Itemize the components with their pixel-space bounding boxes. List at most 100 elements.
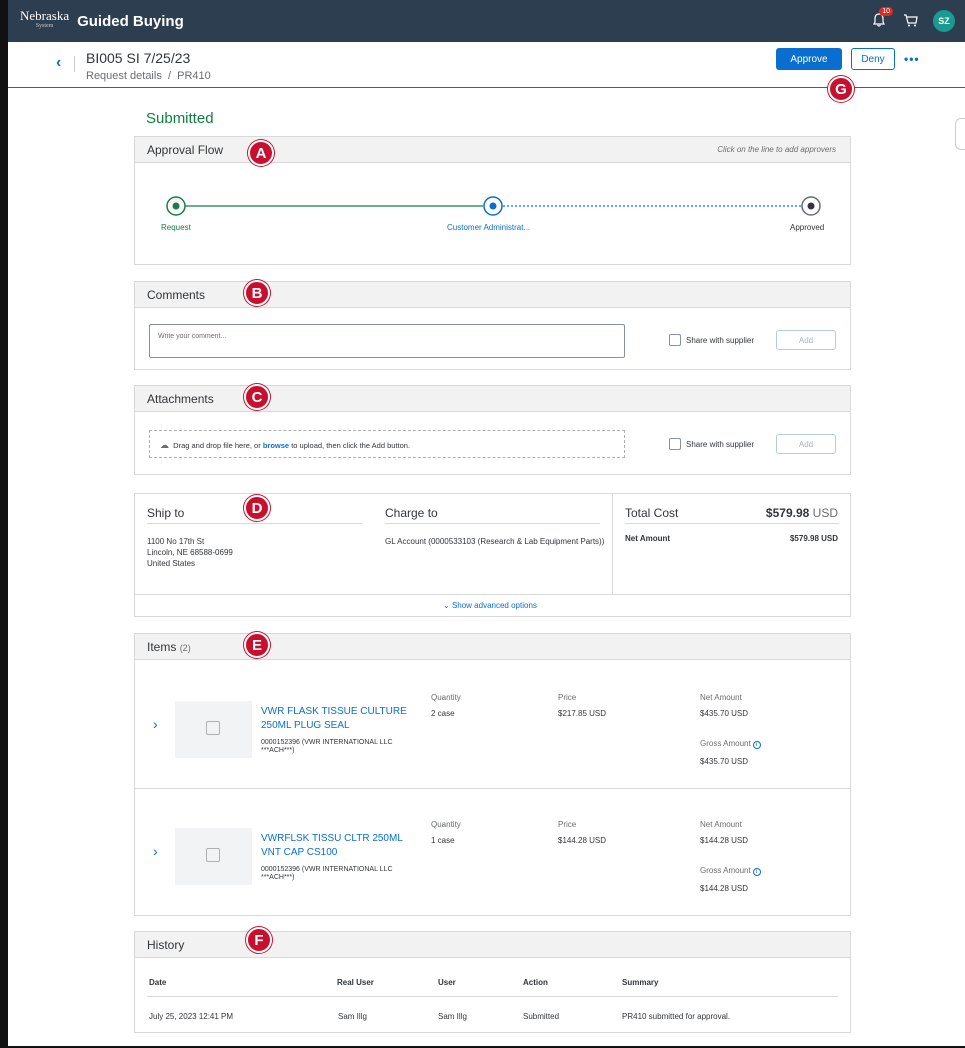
history-cell-summary: PR410 submitted for approval. [622, 1012, 731, 1021]
history-cell-user: Sam Illg [438, 1012, 467, 1021]
dropzone-text-2: to upload, then click the Add button. [291, 441, 411, 450]
approval-flow-diagram[interactable] [135, 164, 850, 264]
breadcrumb-root[interactable]: Request details [86, 70, 162, 82]
notifications-button[interactable]: 10 [871, 7, 893, 30]
expand-chevron-icon[interactable]: › [153, 843, 158, 859]
object-header: ‹ BI005 SI 7/25/23 Request details / PR4… [8, 42, 965, 88]
chevron-left-icon: ‹ [56, 54, 62, 71]
cart-button[interactable] [903, 12, 919, 31]
item-supplier-line: 0000152396 (VWR INTERNATIONAL LLC [261, 866, 393, 873]
user-avatar[interactable]: SZ [933, 10, 955, 32]
annotation-marker-f: F [246, 927, 272, 953]
ship-to-line: 1100 No 17th St [147, 537, 205, 546]
items-header: Items (2) [135, 634, 850, 660]
expand-chevron-icon[interactable]: › [153, 716, 158, 732]
history-cell-date: July 25, 2023 12:41 PM [149, 1012, 234, 1021]
comments-panel: Comments Write your comment... Share wit… [134, 281, 851, 370]
item-supplier-line: ***ACH***) [261, 874, 295, 881]
approval-flow-header: Approval Flow Click on the line to add a… [135, 137, 850, 163]
quantity-value: 1 case [431, 836, 455, 845]
cart-icon [904, 13, 918, 26]
breadcrumb-separator: / [167, 70, 172, 82]
total-cost-amount: $579.98 USD [766, 506, 838, 520]
item-supplier-line: ***ACH***) [261, 747, 295, 754]
comment-add-button[interactable]: Add [776, 330, 836, 350]
history-header: History [135, 932, 850, 958]
history-title: History [147, 938, 185, 952]
logo-subtext: System [35, 23, 54, 29]
divider [147, 523, 362, 524]
items-count: (2) [179, 643, 191, 653]
net-amount-value: $579.98 USD [789, 534, 838, 543]
price-label: Price [558, 693, 577, 702]
breadcrumb: Request details / PR410 [86, 70, 211, 82]
price-value: $217.85 USD [558, 709, 607, 718]
comments-share-checkbox[interactable] [669, 334, 681, 346]
total-cost-value: $579.98 [765, 506, 810, 520]
info-icon[interactable]: i [752, 741, 761, 749]
comments-title: Comments [147, 288, 206, 302]
total-cost-currency: USD [812, 506, 838, 520]
divider [385, 523, 600, 524]
upload-cloud-icon: ☁ [160, 440, 169, 450]
quantity-label: Quantity [431, 820, 461, 829]
gross-amount-text: Gross Amount [700, 739, 751, 748]
item-thumbnail [175, 701, 252, 758]
breadcrumb-current: PR410 [177, 70, 211, 82]
dropzone-text-1: Drag and drop file here, or [173, 441, 261, 450]
deny-button[interactable]: Deny [851, 48, 895, 70]
approval-flow-title: Approval Flow [147, 143, 224, 157]
step-request-label: Request [161, 223, 191, 232]
price-value: $144.28 USD [558, 836, 607, 845]
item-row[interactable]: › VWR FLASK TISSUE CULTURE 250ML PLUG SE… [135, 661, 850, 788]
ship-to-address: 1100 No 17th St Lincoln, NE 68588-0699 U… [147, 536, 233, 569]
browse-link[interactable]: browse [263, 441, 289, 450]
divider [147, 996, 838, 997]
charge-to-value: GL Account (0000533103 (Research & Lab E… [385, 537, 605, 546]
item-name-line: VWRFLSK TISSU CLTR 250ML [261, 833, 403, 844]
history-column-header: Action [523, 978, 548, 987]
item-name-link[interactable]: VWRFLSK TISSU CLTR 250ML VNT CAP CS100 [261, 832, 403, 860]
back-button[interactable]: ‹ [56, 54, 61, 72]
item-name-line: 250ML PLUG SEAL [261, 720, 350, 731]
item-name-link[interactable]: VWR FLASK TISSUE CULTURE 250ML PLUG SEAL [261, 705, 407, 733]
attachments-share-checkbox[interactable] [669, 438, 681, 450]
item-row[interactable]: › VWRFLSK TISSU CLTR 250ML VNT CAP CS100… [135, 788, 850, 915]
approve-button[interactable]: Approve [776, 48, 842, 70]
divider [74, 56, 75, 72]
annotation-marker-a: A [248, 140, 274, 166]
divider [135, 594, 850, 595]
history-column-header: Real User [337, 978, 374, 987]
net-amount-value: $144.28 USD [700, 836, 749, 845]
summary-panel: Ship to 1100 No 17th St Lincoln, NE 6858… [134, 493, 851, 617]
nebraska-logo[interactable]: Nebraska System [20, 9, 69, 31]
charge-to-label: Charge to [385, 506, 438, 520]
info-icon[interactable]: i [752, 868, 761, 876]
history-column-header: Date [149, 978, 167, 987]
gross-amount-label: Gross Amount i [700, 739, 761, 749]
gross-amount-label: Gross Amount i [700, 866, 761, 876]
ship-to-label: Ship to [147, 506, 185, 520]
image-placeholder-icon [206, 721, 220, 735]
item-thumbnail [175, 828, 252, 885]
side-panel-tab[interactable] [955, 118, 965, 150]
price-label: Price [558, 820, 577, 829]
step-admin-label: Customer Administrat... [447, 223, 531, 232]
file-dropzone[interactable]: ☁ Drag and drop file here, or browse to … [149, 430, 625, 458]
comment-input[interactable]: Write your comment... [149, 324, 625, 358]
annotation-marker-g: G [828, 76, 854, 102]
item-supplier: 0000152396 (VWR INTERNATIONAL LLC ***ACH… [261, 866, 393, 882]
attachment-add-button[interactable]: Add [776, 434, 836, 454]
show-advanced-options-link[interactable]: ⌄ Show advanced options [443, 601, 537, 610]
gross-amount-text: Gross Amount [700, 866, 751, 875]
annotation-marker-c: C [244, 384, 270, 410]
history-column-header: User [438, 978, 456, 987]
net-amount-label: Net Amount [700, 820, 742, 829]
annotation-marker-e: E [244, 632, 270, 658]
approval-flow-hint: Click on the line to add approvers [717, 145, 836, 154]
more-actions-button[interactable]: ••• [904, 52, 920, 66]
page-title: BI005 SI 7/25/23 [86, 50, 191, 66]
total-cost-label: Total Cost [625, 506, 679, 520]
quantity-value: 2 case [431, 709, 455, 718]
annotation-marker-d: D [244, 495, 270, 521]
